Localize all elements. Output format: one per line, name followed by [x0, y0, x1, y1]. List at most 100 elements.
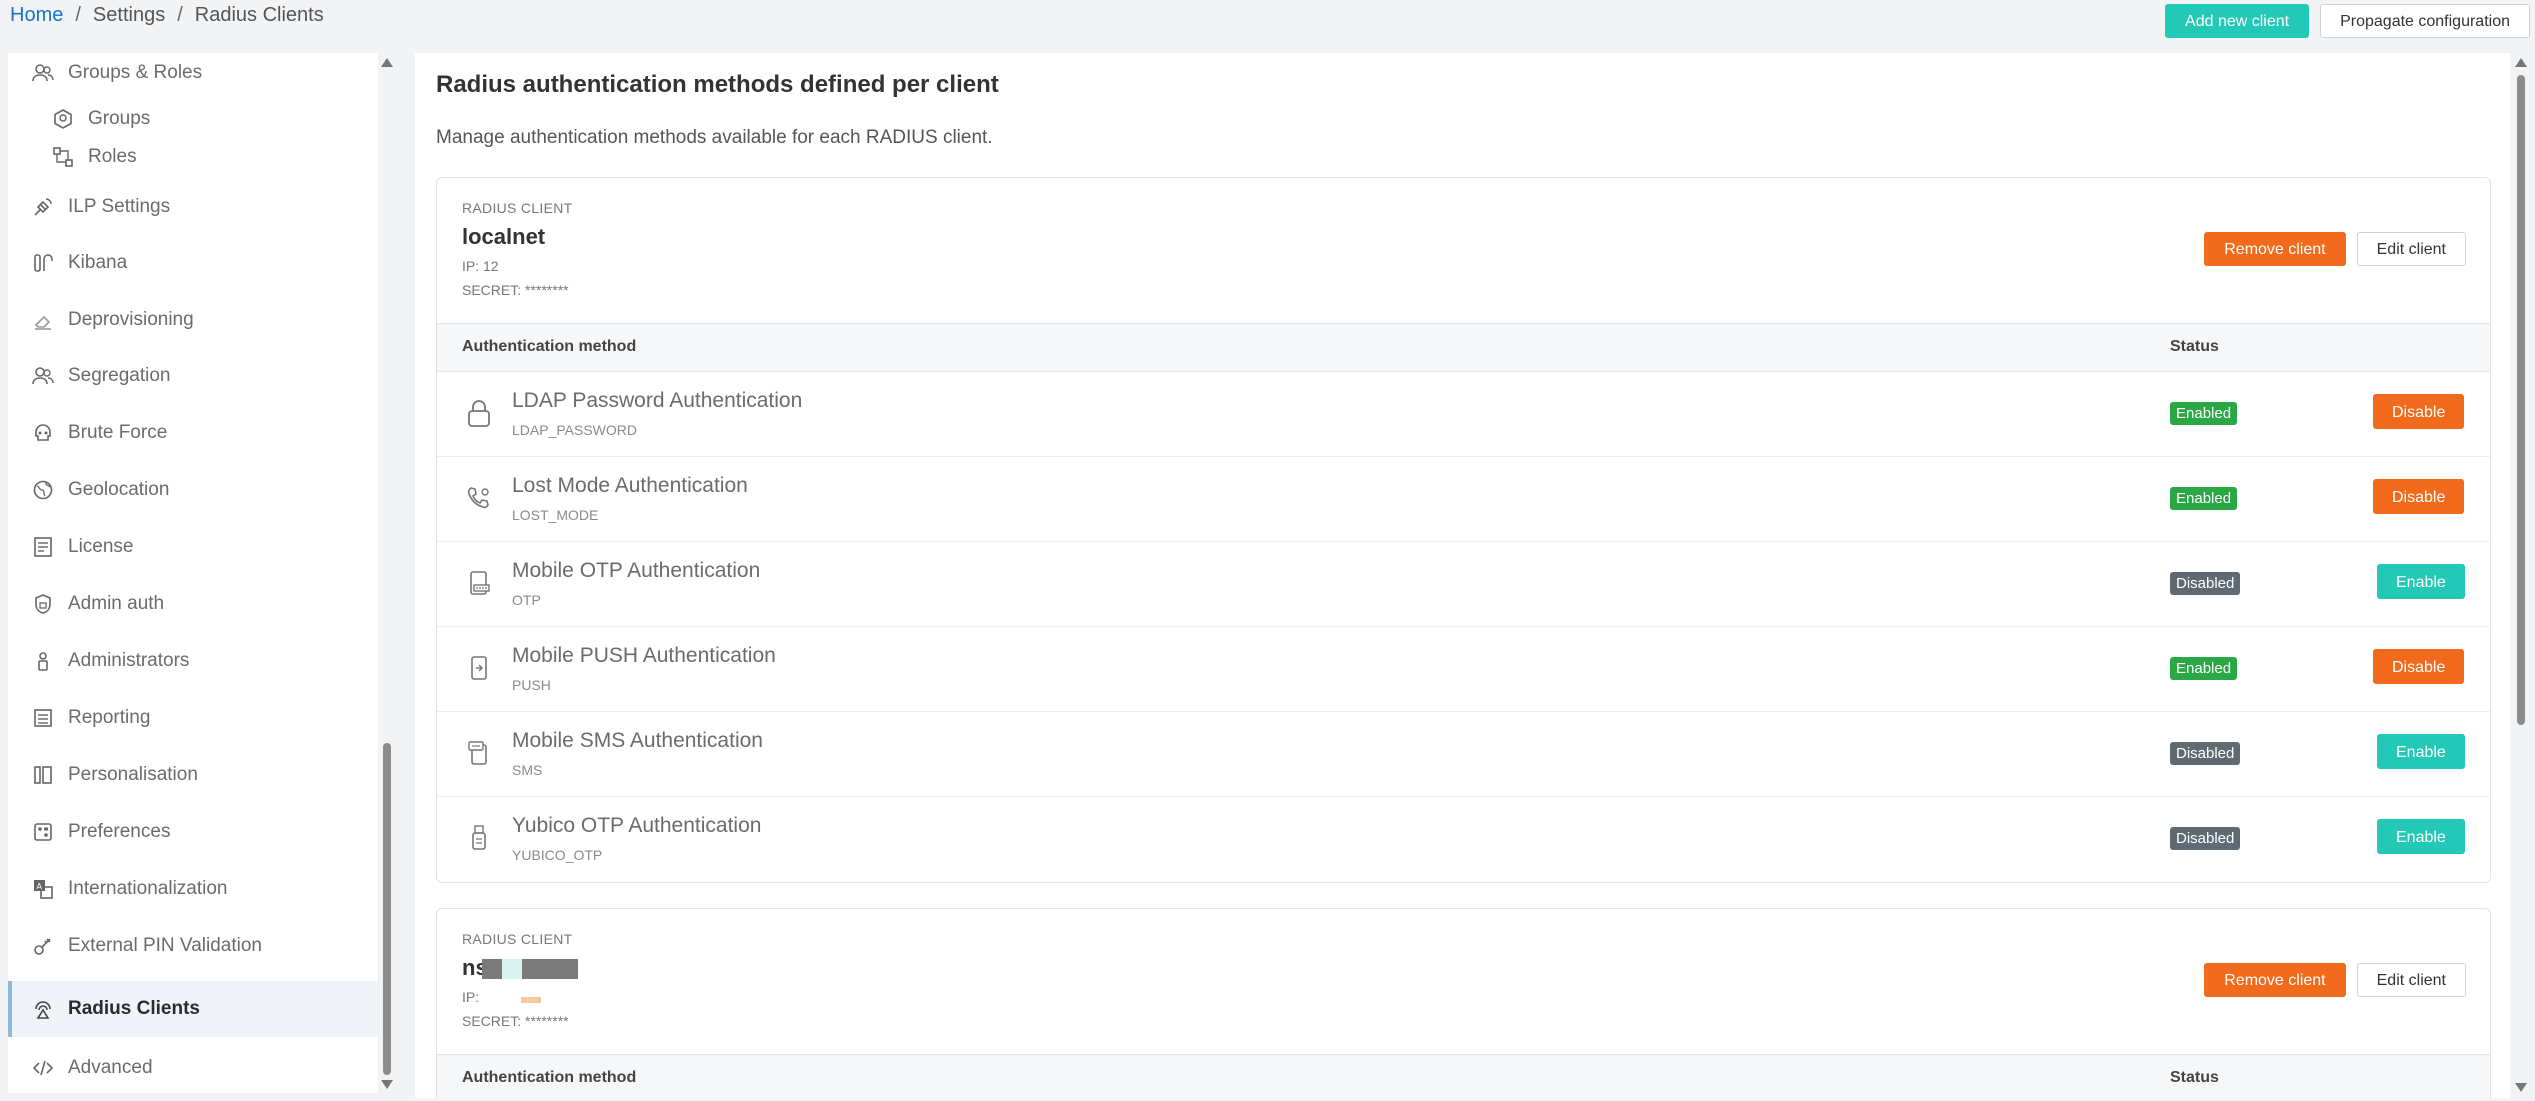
- column-header-method: Authentication method: [462, 1069, 637, 1086]
- group-icon: [52, 108, 74, 130]
- sidebar-item-personalisation[interactable]: Personalisation: [8, 747, 378, 803]
- method-row: LDAP Password Authentication LDAP_PASSWO…: [437, 372, 2490, 457]
- sidebar-item-internationalization[interactable]: A Internationalization: [8, 861, 378, 917]
- sidebar-item-radius-clients[interactable]: Radius Clients: [8, 981, 378, 1037]
- sidebar-item-label: Segregation: [68, 365, 171, 386]
- main-scrollbar[interactable]: [2512, 53, 2530, 1098]
- scroll-down-icon[interactable]: [2515, 1083, 2527, 1092]
- add-new-client-button[interactable]: Add new client: [2165, 4, 2310, 38]
- sidebar-item-groups[interactable]: Groups: [8, 100, 378, 138]
- sidebar-item-label: External PIN Validation: [68, 935, 262, 956]
- eraser-icon: [32, 309, 54, 331]
- enable-button[interactable]: Enable: [2377, 819, 2465, 854]
- sidebar-item-administrators[interactable]: Administrators: [8, 633, 378, 689]
- columns-icon: [32, 764, 54, 786]
- scroll-up-icon[interactable]: [2515, 58, 2527, 67]
- sidebar-scrollbar[interactable]: [380, 53, 394, 1093]
- redacted-block: [502, 959, 522, 979]
- roles-icon: [52, 146, 74, 168]
- propagate-configuration-button[interactable]: Propagate configuration: [2320, 4, 2530, 38]
- client-header: RADIUS CLIENT ns IP: SECRET: ******** Re…: [437, 909, 2490, 1055]
- globe-icon: [32, 479, 54, 501]
- page-title: Radius authentication methods defined pe…: [436, 71, 999, 98]
- method-code: YUBICO_OTP: [512, 847, 603, 863]
- sidebar-item-kibana[interactable]: Kibana: [8, 235, 378, 291]
- methods-table-header: Authentication method Status: [437, 324, 2490, 372]
- main-scroll-thumb[interactable]: [2517, 75, 2525, 725]
- svg-text:A: A: [37, 882, 43, 891]
- sidebar-item-groups-roles[interactable]: Groups & Roles: [8, 53, 378, 93]
- preferences-icon: [32, 821, 54, 843]
- client-secret: SECRET: ********: [462, 282, 569, 298]
- key-icon: [32, 935, 54, 957]
- status-badge: Disabled: [2170, 572, 2241, 595]
- method-row: Mobile OTP Authentication OTP Disabled E…: [437, 542, 2490, 627]
- enable-button[interactable]: Enable: [2377, 564, 2465, 599]
- sidebar-item-advanced[interactable]: Advanced: [8, 1040, 378, 1093]
- sidebar-item-label: Brute Force: [68, 422, 168, 443]
- disable-button[interactable]: Disable: [2373, 394, 2465, 429]
- breadcrumb-home-link[interactable]: Home: [10, 4, 63, 26]
- remove-client-button[interactable]: Remove client: [2204, 963, 2346, 997]
- sidebar-item-label: Preferences: [68, 821, 171, 842]
- breadcrumb-separator: /: [75, 4, 81, 26]
- sidebar-item-label: Radius Clients: [68, 998, 200, 1019]
- radius-client-card: RADIUS CLIENT ns IP: SECRET: ******** Re…: [436, 908, 2491, 1098]
- sidebar-item-roles[interactable]: Roles: [8, 138, 378, 176]
- sidebar-item-label: Groups & Roles: [68, 62, 203, 83]
- disable-button[interactable]: Disable: [2373, 479, 2465, 514]
- status-badge: Enabled: [2170, 402, 2238, 425]
- mobile-push-icon: [464, 653, 494, 683]
- page-description: Manage authentication methods available …: [436, 127, 993, 148]
- sidebar-item-label: Deprovisioning: [68, 309, 194, 330]
- edit-client-button[interactable]: Edit client: [2356, 232, 2466, 266]
- sidebar-item-segregation[interactable]: Segregation: [8, 348, 378, 404]
- sidebar-item-label: Advanced: [68, 1057, 153, 1078]
- remove-client-button[interactable]: Remove client: [2204, 232, 2346, 266]
- breadcrumb: Home / Settings / Radius Clients: [10, 4, 324, 27]
- translate-icon: A: [32, 878, 54, 900]
- sidebar-item-external-pin-validation[interactable]: External PIN Validation: [8, 918, 378, 974]
- sidebar-item-license[interactable]: License: [8, 519, 378, 575]
- breadcrumb-settings[interactable]: Settings: [93, 4, 165, 26]
- main-panel: Radius authentication methods defined pe…: [415, 53, 2510, 1098]
- sidebar-item-geolocation[interactable]: Geolocation: [8, 462, 378, 518]
- sidebar-item-label: Geolocation: [68, 479, 170, 500]
- sidebar-item-preferences[interactable]: Preferences: [8, 804, 378, 860]
- sidebar-item-label: Roles: [88, 146, 137, 167]
- status-badge: Enabled: [2170, 657, 2238, 680]
- sidebar-item-label: License: [68, 536, 134, 557]
- method-row: Mobile PUSH Authentication PUSH Enabled …: [437, 627, 2490, 712]
- methods-table-header: Authentication method Status: [437, 1055, 2490, 1098]
- report-icon: [32, 707, 54, 729]
- sidebar-item-label: Internationalization: [68, 878, 228, 899]
- sidebar-item-ilp-settings[interactable]: ILP Settings: [8, 179, 378, 235]
- mobile-otp-icon: [464, 568, 494, 598]
- enable-button[interactable]: Enable: [2377, 734, 2465, 769]
- edit-client-button[interactable]: Edit client: [2356, 963, 2466, 997]
- scroll-down-icon[interactable]: [381, 1080, 393, 1089]
- radius-client-card: RADIUS CLIENT localnet IP: 12 SECRET: **…: [436, 177, 2491, 883]
- sidebar-item-admin-auth[interactable]: Admin auth: [8, 576, 378, 632]
- usb-key-icon: [464, 823, 494, 853]
- method-name: Mobile SMS Authentication: [512, 729, 763, 752]
- method-code: LDAP_PASSWORD: [512, 422, 637, 438]
- scroll-up-icon[interactable]: [381, 58, 393, 67]
- sidebar-item-label: Reporting: [68, 707, 151, 728]
- column-header-method: Authentication method: [462, 338, 637, 355]
- client-label: RADIUS CLIENT: [462, 931, 573, 947]
- client-ip: IP: 12: [462, 258, 499, 274]
- top-bar: Home / Settings / Radius Clients Add new cli…: [0, 0, 2535, 48]
- method-row: Mobile SMS Authentication SMS Disabled E…: [437, 712, 2490, 797]
- kibana-icon: [32, 252, 54, 274]
- client-header: RADIUS CLIENT localnet IP: 12 SECRET: **…: [437, 178, 2490, 324]
- sidebar-item-deprovisioning[interactable]: Deprovisioning: [8, 292, 378, 348]
- disable-button[interactable]: Disable: [2373, 649, 2465, 684]
- sidebar-item-brute-force[interactable]: Brute Force: [8, 405, 378, 461]
- redacted-block: [521, 997, 541, 1003]
- sidebar-scroll-thumb[interactable]: [383, 743, 391, 1075]
- lock-icon: [464, 398, 494, 428]
- phone-icon: [464, 483, 494, 513]
- method-name: Yubico OTP Authentication: [512, 814, 762, 837]
- sidebar-item-reporting[interactable]: Reporting: [8, 690, 378, 746]
